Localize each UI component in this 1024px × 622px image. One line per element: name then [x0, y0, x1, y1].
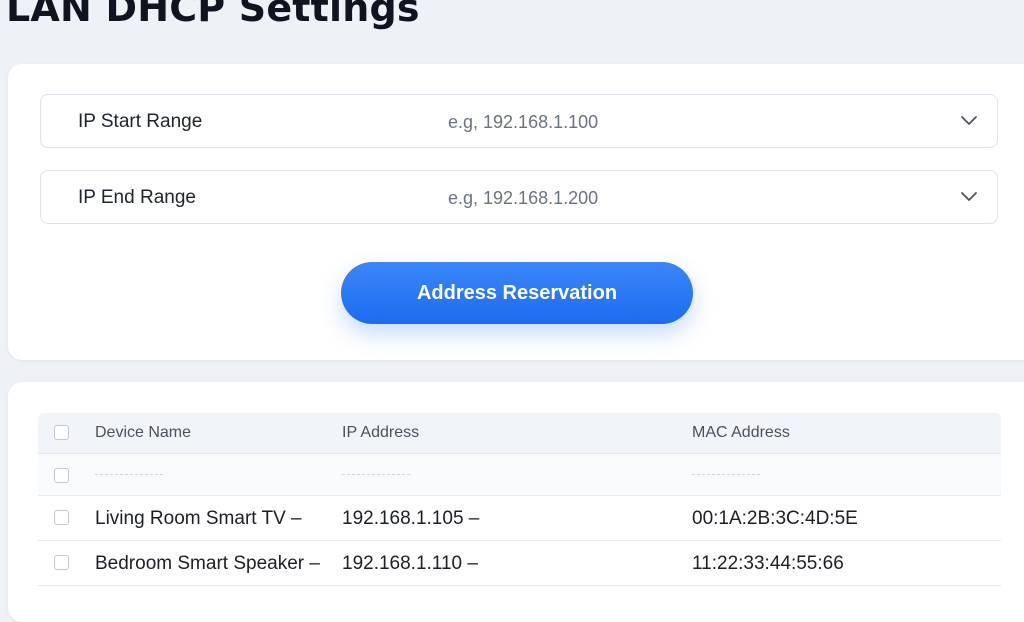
reservation-table: Device Name IP Address MAC Address Livin… [38, 413, 1001, 586]
row-checkbox[interactable] [54, 468, 69, 483]
device-name-cell: Living Room Smart TV – [95, 508, 302, 529]
ip-start-range-placeholder: e.g, 192.168.1.100 [448, 112, 599, 132]
row-checkbox[interactable] [54, 510, 69, 525]
column-header-mac-address: MAC Address [692, 424, 790, 441]
address-reservation-button[interactable]: Address Reservation [341, 262, 693, 324]
ip-address-cell: 192.168.1.105 – [342, 508, 480, 529]
mac-address-cell: 00:1A:2B:3C:4D:5E [692, 508, 858, 529]
table-row[interactable]: Living Room Smart TV – 192.168.1.105 – 0… [38, 496, 1001, 541]
page-title: LAN DHCP Settings [6, 0, 420, 30]
row-checkbox[interactable] [54, 555, 69, 570]
chevron-down-icon [961, 116, 977, 125]
table-header: Device Name IP Address MAC Address [38, 413, 1001, 454]
placeholder-dash [692, 474, 760, 475]
column-header-ip-address: IP Address [342, 424, 420, 441]
ip-end-range-select[interactable]: IP End Range e.g, 192.168.1.200 [40, 170, 998, 224]
column-header-device-name: Device Name [95, 424, 192, 441]
ip-end-range-placeholder: e.g, 192.168.1.200 [448, 188, 599, 208]
ip-address-cell: 192.168.1.110 – [342, 553, 478, 574]
select-all-checkbox[interactable] [54, 425, 69, 440]
mac-address-cell: 11:22:33:44:55:66 [692, 553, 844, 574]
ip-start-range-select[interactable]: IP Start Range e.g, 192.168.1.100 [40, 94, 998, 148]
ip-start-range-label: IP Start Range [78, 111, 203, 132]
device-name-cell: Bedroom Smart Speaker – [95, 553, 320, 574]
placeholder-dash [342, 474, 410, 475]
reservation-table-card: Device Name IP Address MAC Address Livin… [8, 382, 1024, 622]
table-row-placeholder [38, 454, 1001, 496]
chevron-down-icon [961, 192, 977, 201]
placeholder-dash [95, 474, 163, 475]
ip-end-range-label: IP End Range [78, 187, 196, 208]
table-row[interactable]: Bedroom Smart Speaker – 192.168.1.110 – … [38, 541, 1001, 586]
ip-range-card: IP Start Range e.g, 192.168.1.100 IP End… [8, 64, 1024, 360]
